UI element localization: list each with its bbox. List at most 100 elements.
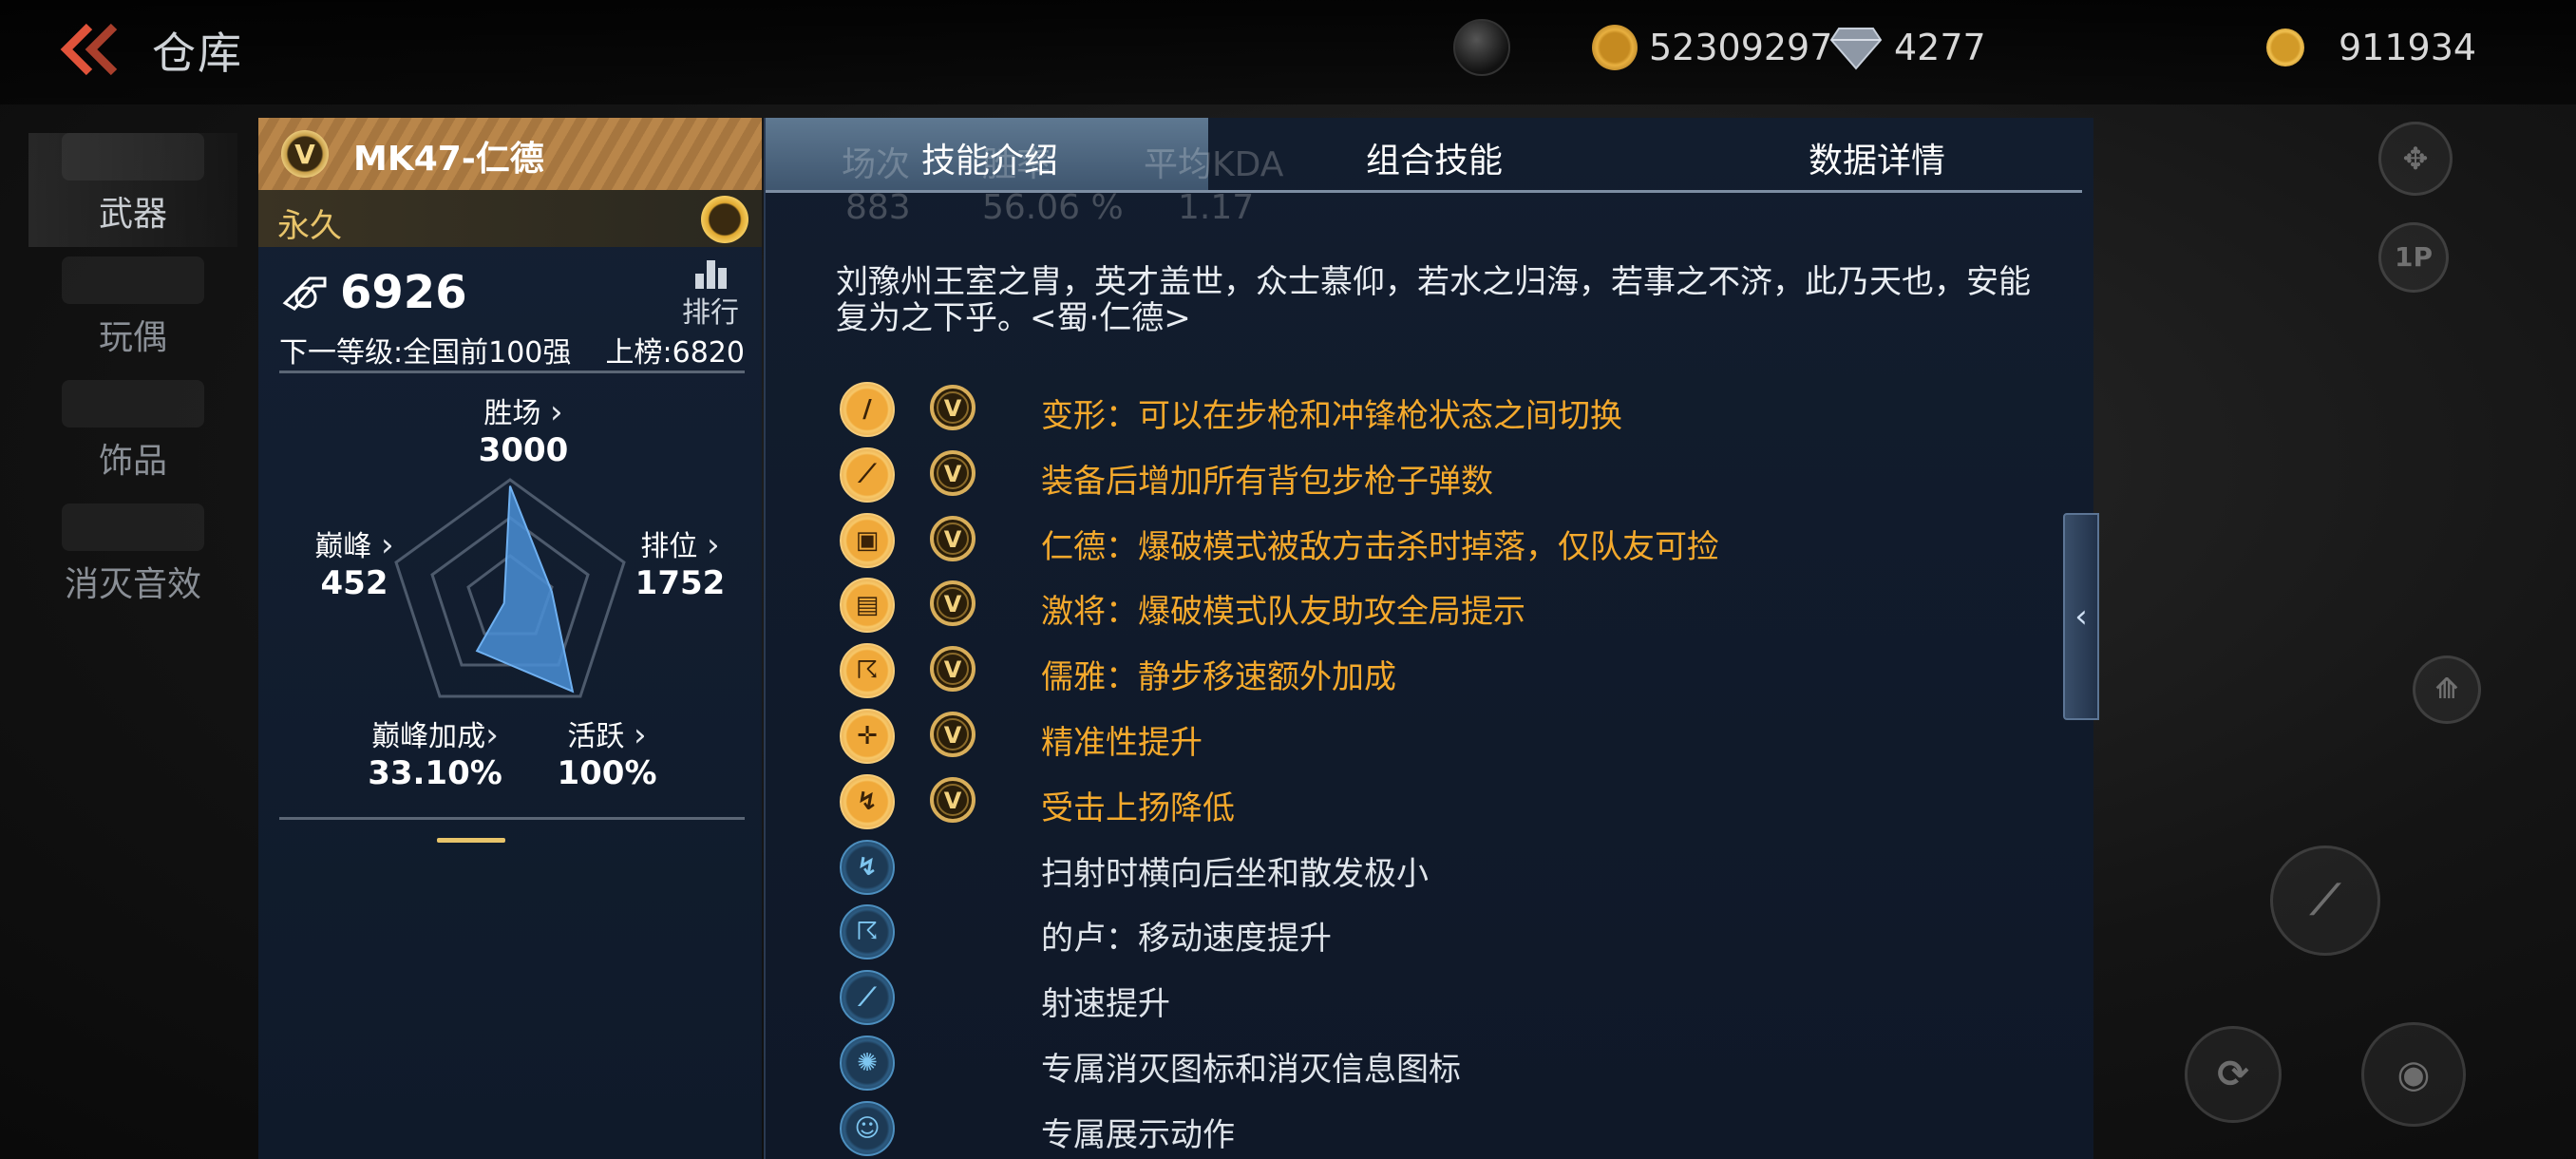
running-man-icon: ☈ — [840, 643, 895, 699]
collapse-panel-button[interactable]: ‹ — [2063, 513, 2099, 720]
svg-text:V: V — [944, 591, 962, 618]
weapon-duration-bar: 永久 — [258, 190, 762, 247]
v-rank-icon: V — [281, 130, 329, 178]
weapon-name: MK47-仁德 — [353, 140, 544, 179]
tab-underline — [766, 190, 2082, 193]
back-arrow-icon[interactable] — [59, 21, 125, 78]
showcase-icon: ☺ — [840, 1100, 895, 1156]
page-title: 仓库 — [152, 28, 243, 79]
stat-peak-bonus[interactable]: 巅峰加成› 33.10% — [359, 712, 511, 792]
v-rank-icon: V — [929, 384, 976, 431]
skill-row: ✺ 专属消灭图标和消灭信息图标 — [840, 1036, 1979, 1092]
weapon-score: 6926 — [281, 266, 467, 319]
skill-row: ↯ 扫射时横向后坐和散发极小 — [840, 839, 1979, 897]
svg-text:V: V — [944, 526, 962, 553]
chevron-right-icon: › — [485, 716, 499, 754]
skill-text: 射速提升 — [1041, 985, 1170, 1024]
rank-button[interactable]: 排行 — [676, 260, 745, 331]
skill-text: 激将：爆破模式队友助攻全局提示 — [1041, 593, 1525, 632]
diamond-amount: 4277 — [1894, 27, 1986, 68]
chevron-right-icon: › — [706, 526, 720, 564]
v-rank-icon: V — [929, 711, 976, 758]
diamond-icon — [1829, 28, 1883, 70]
fire-rate-icon: ⟋ — [840, 970, 895, 1026]
chevron-right-icon: › — [549, 393, 563, 431]
stat-active[interactable]: 活跃 › 100% — [545, 712, 669, 792]
stat-peak[interactable]: 巅峰 › 452 — [302, 522, 407, 602]
skill-row: ↯ V 受击上扬降低 — [840, 773, 1979, 831]
stat-ranked[interactable]: 排位 › 1752 — [623, 522, 737, 602]
ghost-header: 平均KDA — [1144, 145, 1284, 184]
weapon-card-header: V MK47-仁德 — [258, 118, 762, 190]
coin-icon — [2266, 28, 2304, 66]
doll-icon — [62, 256, 204, 304]
weapon-swap-icon[interactable]: ⟰ — [2413, 656, 2481, 724]
tab-skills[interactable]: 技能介绍 — [921, 133, 1058, 182]
ghost-header: 场次 — [842, 145, 911, 184]
skill-text: 变形：可以在步枪和冲锋枪状态之间切换 — [1041, 397, 1622, 435]
accessory-icon — [62, 380, 204, 428]
rifle-icon — [62, 133, 204, 180]
nav-item-doll[interactable]: 玩偶 — [28, 256, 237, 370]
svg-text:V: V — [944, 722, 962, 749]
skill-row: ▤ V 激将：爆破模式队友助攻全局提示 — [840, 578, 1979, 635]
skill-row: ✛ V 精准性提升 — [840, 709, 1979, 766]
skill-row: ⟋ 射速提升 — [840, 970, 1979, 1027]
skill-row: ⟋ V 装备后增加所有背包步枪子弹数 — [840, 446, 1979, 504]
gold-currency: 52309297 — [1592, 21, 1832, 74]
skill-text: 装备后增加所有背包步枪子弹数 — [1041, 462, 1493, 501]
skill-panel: 场次 胜率 平均KDA 技能介绍 组合技能 数据详情 883 56.06 % 1… — [764, 118, 2093, 1159]
ghost-value: 56.06 % — [982, 188, 1124, 227]
level-info: 下一等级:全国前100强 上榜:6820 — [279, 329, 745, 370]
crosshair-icon: ✛ — [840, 709, 895, 764]
bullet-icon[interactable]: ⟋ — [2270, 846, 2380, 956]
skill-text: 儒雅：静步移速额外加成 — [1041, 658, 1396, 697]
skill-row: / V 变形：可以在步枪和冲锋枪状态之间切换 — [840, 382, 1979, 439]
svg-text:V: V — [944, 395, 962, 422]
skill-text: 的卢：移动速度提升 — [1041, 920, 1332, 959]
ghost-value: 883 — [845, 188, 911, 227]
v-rank-icon: V — [929, 449, 976, 497]
svg-text:V: V — [944, 788, 962, 814]
view-1p-icon[interactable]: 1P — [2378, 222, 2449, 293]
spray-icon: ↯ — [840, 839, 895, 895]
v-rank-icon: V — [929, 776, 976, 824]
gold-coin-icon — [1592, 25, 1638, 70]
weapon-intro: 刘豫州王室之胄，英才盖世，众士慕仰，若水之归海，若事之不济，此乃天也，安能复为之… — [836, 263, 2031, 337]
top-bar: 仓库 52309297 4277 911934 — [0, 0, 2576, 104]
skill-text: 专属展示动作 — [1041, 1115, 1235, 1154]
recoil-icon: ↯ — [840, 773, 895, 829]
skill-row: ☈ V 儒雅：静步移速额外加成 — [840, 643, 1979, 700]
weapon-card: V MK47-仁德 永久 6926 排行 下一等级:全国前100强 上榜:682… — [258, 118, 762, 1159]
stat-wins[interactable]: 胜场 › 3000 — [462, 390, 585, 469]
next-level-text: 下一等级:全国前100强 — [279, 336, 572, 370]
eye-icon[interactable]: ◉ — [2361, 1022, 2466, 1127]
transform-icon: / — [840, 382, 895, 437]
skill-text: 受击上扬降低 — [1041, 788, 1235, 827]
weapon-medal-icon[interactable] — [701, 196, 748, 243]
ghost-value: 1.17 — [1178, 188, 1255, 227]
chevron-left-icon: ‹ — [2074, 598, 2088, 636]
chevron-right-icon: › — [633, 716, 647, 754]
sound-icon — [62, 504, 204, 551]
nav-item-weapon[interactable]: 武器 — [28, 133, 237, 247]
skill-text: 扫射时横向后坐和散发极小 — [1041, 854, 1429, 893]
tab-bar: 场次 胜率 平均KDA 技能介绍 组合技能 数据详情 — [766, 118, 2093, 190]
refresh-icon[interactable]: ⟳ — [2185, 1026, 2282, 1123]
diamond-currency: 4277 — [1829, 21, 1986, 74]
chevron-right-icon: › — [380, 526, 394, 564]
tab-combo-skills[interactable]: 组合技能 — [1366, 133, 1503, 182]
radar-data-shape — [475, 485, 575, 694]
settings-icon[interactable]: ✥ — [2378, 122, 2453, 196]
left-nav: 武器 玩偶 饰品 消灭音效 — [0, 114, 247, 684]
nav-item-kill-sound[interactable]: 消灭音效 — [28, 504, 237, 618]
assist-icon: ▤ — [840, 578, 895, 634]
kill-icon-icon: ✺ — [840, 1036, 895, 1091]
skill-text: 仁德：爆破模式被敌方击杀时掉落，仅队友可捡 — [1041, 527, 1719, 566]
coin-amount: 911934 — [2339, 27, 2477, 68]
duration-label: 永久 — [277, 207, 342, 245]
tab-data-details[interactable]: 数据详情 — [1809, 133, 1945, 182]
gift-icon: ▣ — [840, 512, 895, 568]
divider — [279, 370, 745, 373]
nav-item-accessory[interactable]: 饰品 — [28, 380, 237, 494]
